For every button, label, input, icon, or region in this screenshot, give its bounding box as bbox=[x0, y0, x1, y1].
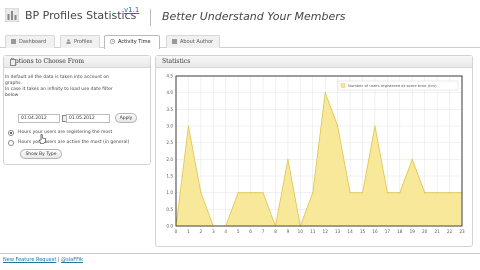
x-tick-label: 2 bbox=[200, 229, 203, 234]
tab-label: Activity Time bbox=[118, 39, 151, 45]
tab-profiles[interactable]: Profiles bbox=[60, 35, 100, 48]
data-point bbox=[349, 192, 351, 194]
x-tick-label: 13 bbox=[335, 229, 341, 234]
y-tick-label: 4.5 bbox=[166, 74, 173, 79]
apply-button[interactable]: Apply bbox=[115, 113, 137, 123]
data-point bbox=[424, 192, 426, 194]
tab-bar: Dashboard Profiles Activity Time About A… bbox=[0, 34, 480, 49]
app-header: BP Profiles Statistics v1.1 Better Under… bbox=[0, 0, 480, 34]
x-tick-label: 14 bbox=[347, 229, 353, 234]
options-description-line: graphs. bbox=[5, 81, 22, 86]
data-point bbox=[200, 192, 202, 194]
radio-registering-label[interactable]: Hours your users are registering the mos… bbox=[18, 130, 112, 135]
x-tick-label: 15 bbox=[360, 229, 366, 234]
statistics-heading: Statistics bbox=[156, 56, 472, 68]
data-point bbox=[448, 192, 451, 194]
radio-registering[interactable] bbox=[8, 130, 14, 136]
data-point bbox=[312, 192, 314, 194]
x-tick-label: 16 bbox=[372, 229, 378, 234]
y-tick-label: 4.0 bbox=[166, 90, 173, 95]
x-tick-label: 3 bbox=[212, 229, 215, 234]
radio-active-label[interactable]: Hours your users are active the most (in… bbox=[18, 140, 129, 145]
data-point bbox=[337, 125, 339, 127]
legend-label: Number of users registered at some time … bbox=[348, 83, 437, 88]
x-tick-label: 6 bbox=[249, 229, 252, 234]
y-tick-label: 1.0 bbox=[166, 190, 173, 195]
x-tick-label: 4 bbox=[224, 229, 227, 234]
y-tick-label: 1.5 bbox=[166, 174, 173, 179]
legend-swatch bbox=[340, 83, 346, 88]
radio-active[interactable] bbox=[8, 140, 14, 146]
tab-label: About Author bbox=[180, 39, 214, 45]
tab-label: Dashboard bbox=[19, 39, 47, 45]
tab-about-author[interactable]: About Author bbox=[166, 35, 220, 48]
feature-request-link[interactable]: New Feature Request bbox=[3, 257, 56, 263]
data-point bbox=[436, 192, 438, 194]
data-point bbox=[399, 192, 401, 194]
x-tick-label: 12 bbox=[323, 229, 329, 234]
x-tick-label: 18 bbox=[397, 229, 403, 234]
data-point bbox=[250, 192, 252, 194]
footer: New Feature Request | @slaFFik bbox=[3, 257, 83, 263]
x-tick-label: 19 bbox=[410, 229, 416, 234]
tab-activity-time[interactable]: Activity Time bbox=[104, 35, 160, 49]
y-tick-label: 2.5 bbox=[166, 140, 173, 145]
data-point bbox=[237, 192, 239, 194]
page-tagline: Better Understand Your Members bbox=[162, 10, 346, 23]
options-heading: Options to Choose From bbox=[4, 56, 150, 68]
x-tick-label: 20 bbox=[422, 229, 428, 234]
x-tick-label: 11 bbox=[310, 229, 316, 234]
data-point bbox=[324, 92, 326, 94]
data-point bbox=[361, 192, 364, 194]
options-description-line: below bbox=[5, 93, 19, 98]
date-from-input[interactable]: 01.04.2012 bbox=[18, 114, 60, 123]
footer-divider bbox=[0, 253, 480, 254]
data-point bbox=[374, 125, 376, 127]
clock-icon bbox=[110, 39, 115, 44]
x-tick-label: 8 bbox=[274, 229, 277, 234]
data-point bbox=[187, 125, 190, 127]
x-tick-label: 21 bbox=[434, 229, 440, 234]
bar-chart-icon bbox=[5, 8, 19, 22]
y-tick-label: 0.0 bbox=[166, 224, 173, 229]
info-icon bbox=[172, 39, 177, 44]
y-tick-label: 3.0 bbox=[166, 124, 173, 129]
x-tick-label: 7 bbox=[262, 229, 265, 234]
tab-label: Profiles bbox=[74, 39, 93, 45]
x-tick-label: 9 bbox=[287, 229, 290, 234]
date-to-input[interactable]: 01.05.2012 bbox=[66, 114, 110, 123]
x-tick-label: 10 bbox=[298, 229, 304, 234]
y-tick-label: 3.5 bbox=[166, 107, 173, 112]
header-divider bbox=[150, 9, 151, 26]
user-icon bbox=[66, 39, 71, 44]
options-description-line: In case it takes an infinity to load use… bbox=[5, 87, 113, 92]
x-tick-label: 17 bbox=[385, 229, 391, 234]
page-title: BP Profiles Statistics bbox=[25, 9, 137, 22]
x-tick-label: 23 bbox=[459, 229, 465, 234]
data-point bbox=[287, 158, 289, 160]
x-tick-label: 5 bbox=[237, 229, 240, 234]
y-tick-label: 0.5 bbox=[166, 207, 173, 212]
tab-dashboard[interactable]: Dashboard bbox=[5, 35, 55, 48]
data-point bbox=[386, 192, 388, 194]
hand-cursor-icon bbox=[39, 134, 46, 144]
author-link[interactable]: @slaFFik bbox=[61, 257, 83, 263]
data-point bbox=[262, 192, 264, 194]
x-tick-label: 1 bbox=[187, 229, 190, 234]
options-description-line: In default all the data is taken into ac… bbox=[5, 75, 110, 80]
calendar-icon[interactable] bbox=[10, 59, 16, 66]
x-tick-label: 0 bbox=[175, 229, 178, 234]
show-by-type-button[interactable]: Show By Type bbox=[20, 149, 62, 159]
data-point bbox=[411, 158, 413, 160]
dashboard-icon bbox=[11, 39, 16, 44]
y-tick-label: 2.0 bbox=[166, 157, 173, 162]
activity-chart: 4.54.03.53.02.52.01.51.00.50.00 1 2 3 4 5 6 7 8 9… bbox=[166, 74, 465, 235]
x-tick-label: 22 bbox=[447, 229, 453, 234]
version-link[interactable]: v1.1 bbox=[124, 6, 139, 14]
